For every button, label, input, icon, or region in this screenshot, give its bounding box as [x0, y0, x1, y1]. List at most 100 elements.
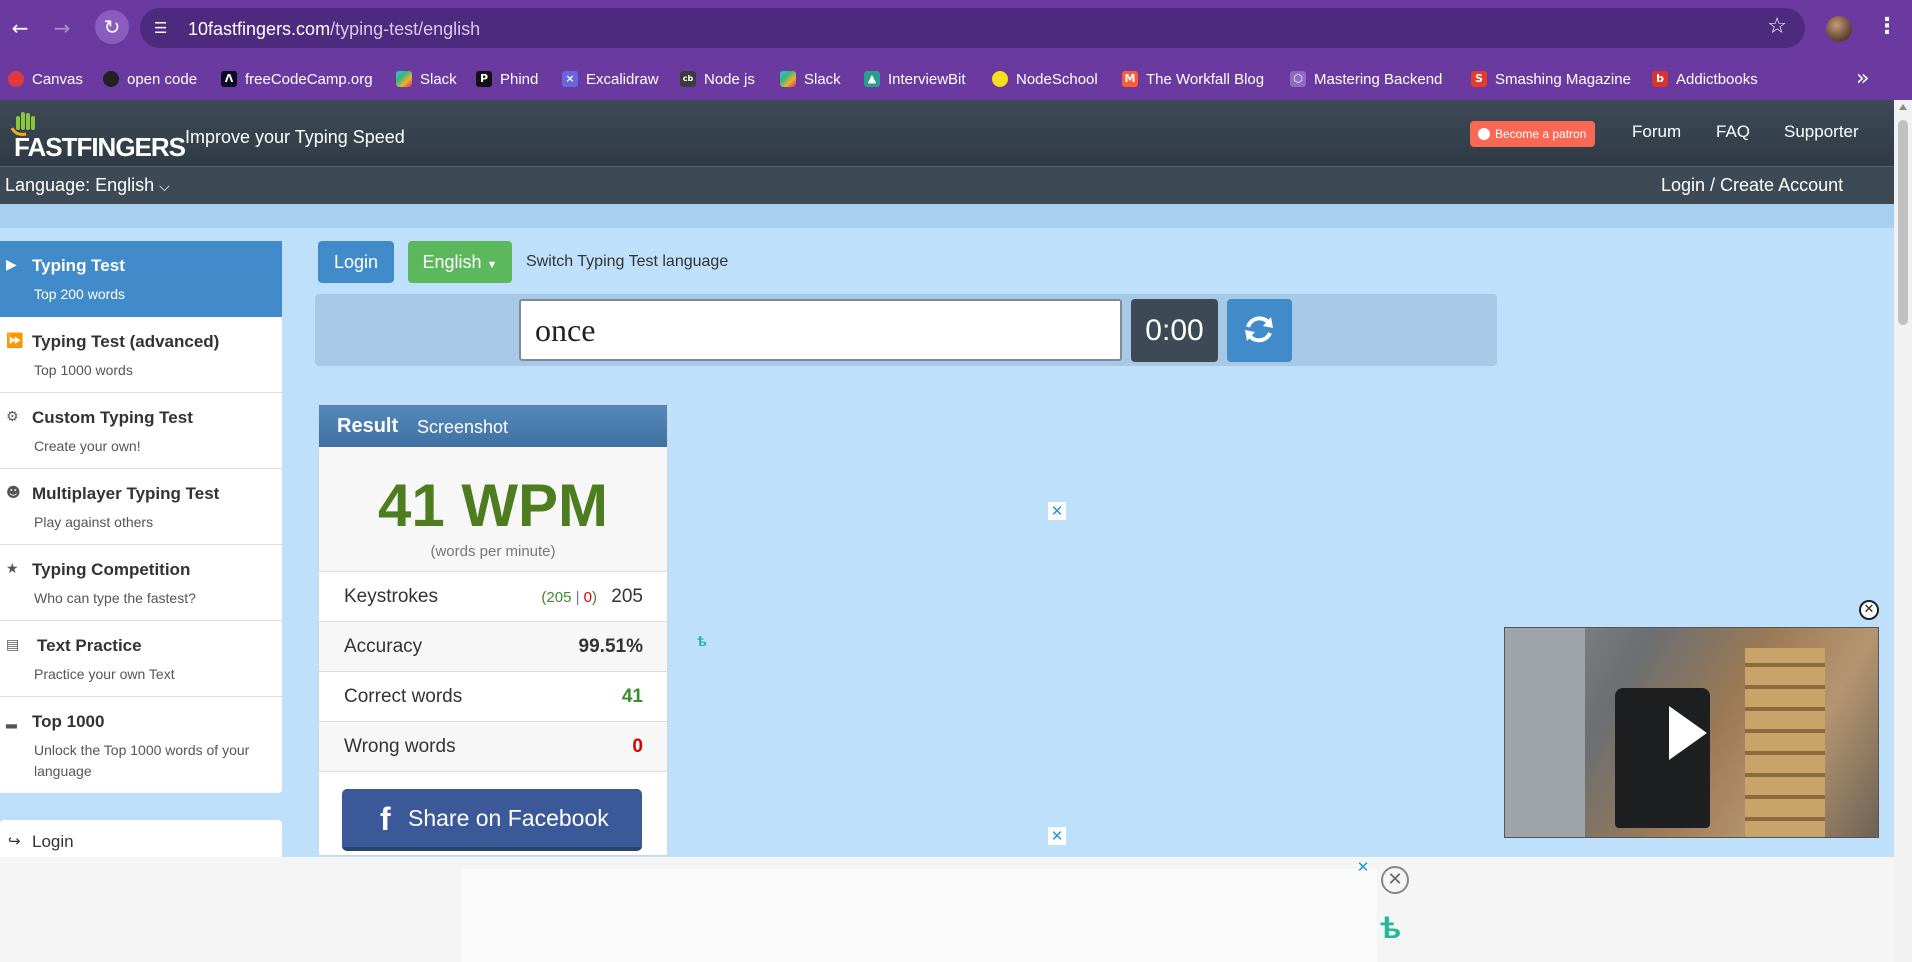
sidebar-item-subtitle: Unlock the Top 1000 words of your langua… [34, 742, 250, 779]
bottom-ad-dismiss-icon[interactable]: ✕ [1381, 866, 1409, 894]
sidebar: ▶ Typing Test Top 200 words ⏩ Typing Tes… [0, 241, 282, 793]
bookmark-slack-2[interactable]: Slack [780, 68, 841, 90]
typing-input[interactable]: once [519, 299, 1122, 361]
ad-close-icon[interactable]: ✕ [1048, 827, 1066, 845]
bookmark-workfall-blog[interactable]: M The Workfall Blog [1122, 68, 1264, 90]
sidebar-item-subtitle: Play against others [34, 514, 154, 530]
bookmark-open-code[interactable]: open code [103, 68, 197, 90]
facebook-icon: f [380, 801, 391, 837]
browser-toolbar: ← → ↻ ☰ 10fastfingers.com/typing-test/en… [0, 0, 1912, 56]
sidebar-item-title: Multiplayer Typing Test [32, 484, 220, 503]
bottom-ad-banner [0, 857, 1894, 962]
keystrokes-row: Keystrokes (205 | 0) 205 [319, 572, 667, 622]
play-icon: ▶ [6, 257, 17, 273]
reload-icon[interactable]: ↻ [95, 10, 129, 44]
canvas-icon [8, 71, 24, 87]
bookmark-nodejs[interactable]: cb Node js [680, 68, 755, 90]
bookmark-nodeschool[interactable]: NodeSchool [992, 68, 1098, 90]
sidebar-item-title: Typing Competition [32, 560, 191, 579]
nav-faq[interactable]: FAQ [1716, 122, 1750, 142]
menu-icon[interactable]: ⋮ [1876, 14, 1898, 39]
scroll-up-icon[interactable] [1899, 104, 1907, 110]
page-scrollbar[interactable] [1894, 100, 1912, 962]
sidebar-item-title: Typing Test (advanced) [32, 332, 220, 351]
sidebar-item-multiplayer[interactable]: ☻ Multiplayer Typing Test Play against o… [0, 469, 282, 545]
sidebar-item-competition[interactable]: ★ Typing Competition Who can type the fa… [0, 545, 282, 621]
more-bookmarks-icon[interactable]: » [1856, 66, 1869, 91]
accuracy-row: Accuracy 99.51% [319, 622, 667, 672]
patreon-icon [1478, 128, 1490, 140]
sidebar-item-top-1000[interactable]: ▂ Top 1000 Unlock the Top 1000 words of … [0, 697, 282, 793]
sidebar-login-label: Login [32, 832, 74, 851]
restart-button[interactable] [1227, 299, 1292, 362]
play-icon[interactable] [1669, 706, 1707, 760]
profile-avatar[interactable] [1826, 16, 1852, 42]
bookmark-canvas[interactable]: Canvas [8, 68, 83, 90]
sidebar-item-typing-test[interactable]: ▶ Typing Test Top 200 words [0, 241, 282, 317]
sidebar-item-subtitle: Practice your own Text [34, 666, 175, 682]
ad-close-icon[interactable]: ✕ [1048, 502, 1066, 520]
wpm-caption: (words per minute) [430, 543, 556, 560]
language-button[interactable]: English ▼ [408, 241, 512, 283]
nodeschool-icon [992, 71, 1008, 87]
accuracy-value: 99.51% [578, 636, 643, 657]
bottom-ad-logo-icon: ѣ [1380, 912, 1402, 945]
site-logo[interactable]: FASTFINGERS [4, 106, 186, 162]
bookmark-addictbooks[interactable]: b Addictbooks [1652, 68, 1758, 90]
gears-icon: ⚙ [6, 409, 19, 425]
nav-forum[interactable]: Forum [1632, 122, 1681, 142]
tagline: Improve your Typing Speed [185, 127, 405, 147]
sidebar-item-subtitle: Top 200 words [34, 286, 126, 302]
bookmark-phind[interactable]: P Phind [476, 68, 538, 90]
bookmark-interviewbit[interactable]: ▲ InterviewBit [864, 68, 966, 90]
wrong-words-value: 0 [632, 736, 643, 757]
site-info-icon[interactable]: ☰ [154, 18, 174, 38]
back-icon[interactable]: ← [6, 14, 34, 42]
trophy-icon: ★ [6, 561, 19, 577]
slack-icon [396, 71, 412, 87]
sidebar-item-subtitle: Who can type the fastest? [34, 590, 196, 606]
keystrokes-detail: (205 | 0) [541, 589, 597, 606]
sign-in-icon: ↪ [8, 832, 21, 850]
sidebar-item-subtitle: Top 1000 words [34, 362, 133, 378]
nav-supporter[interactable]: Supporter [1784, 122, 1859, 142]
sidebar-item-text-practice[interactable]: ▤ Text Practice Practice your own Text [0, 621, 282, 697]
bookmark-mastering-backend[interactable]: ⬡ Mastering Backend [1290, 68, 1442, 90]
video-ad[interactable] [1504, 627, 1879, 838]
forward-icon[interactable]: → [48, 14, 76, 42]
sidebar-login[interactable]: ↪ Login [0, 820, 282, 860]
smashing-icon: S [1471, 71, 1487, 87]
sidebar-item-custom-typing-test[interactable]: ⚙ Custom Typing Test Create your own! [0, 393, 282, 469]
wrong-words-label: Wrong words [344, 736, 456, 757]
share-facebook-label: Share on Facebook [408, 805, 609, 831]
login-create-account-link[interactable]: Login / Create Account [1661, 175, 1843, 196]
bookmark-star-icon[interactable]: ☆ [1767, 14, 1787, 39]
bookmark-slack[interactable]: Slack [396, 68, 457, 90]
url-text: 10fastfingers.com/typing-test/english [188, 19, 481, 39]
result-panel: Result Screenshot 41 WPM (words per minu… [318, 404, 668, 856]
users-icon: ☻ [6, 485, 21, 501]
scroll-thumb[interactable] [1898, 120, 1908, 325]
result-tab[interactable]: Result [337, 415, 398, 438]
video-close-icon[interactable]: ✕ [1859, 600, 1879, 620]
sub-header: Language: English ⌵ Login / Create Accou… [0, 166, 1894, 204]
become-patron-button[interactable]: Become a patron [1470, 121, 1595, 147]
signal-icon: ▂ [6, 713, 17, 729]
sidebar-item-title: Custom Typing Test [32, 408, 193, 427]
bookmark-excalidraw[interactable]: × Excalidraw [562, 68, 659, 90]
site-header: FASTFINGERS Improve your Typing Speed Be… [0, 100, 1894, 166]
bookmark-freecodecamp[interactable]: ΛfreeCodeCamp.org [221, 68, 373, 90]
share-facebook-button[interactable]: f Share on Facebook [342, 789, 642, 851]
document-icon: ▤ [6, 637, 20, 653]
login-button[interactable]: Login [318, 241, 394, 283]
wrong-words-row: Wrong words 0 [319, 722, 667, 772]
bottom-ad-close-icon[interactable]: ✕ [1354, 858, 1372, 876]
accuracy-label: Accuracy [344, 636, 423, 657]
fast-forward-icon: ⏩ [6, 333, 24, 349]
bottom-ad-content[interactable] [462, 869, 1377, 962]
bookmark-smashing-magazine[interactable]: S Smashing Magazine [1471, 68, 1631, 90]
screenshot-tab[interactable]: Screenshot [417, 417, 508, 438]
address-bar[interactable]: ☰ 10fastfingers.com/typing-test/english … [140, 8, 1805, 48]
language-dropdown[interactable]: Language: English ⌵ [5, 175, 170, 196]
sidebar-item-typing-test-advanced[interactable]: ⏩ Typing Test (advanced) Top 1000 words [0, 317, 282, 393]
